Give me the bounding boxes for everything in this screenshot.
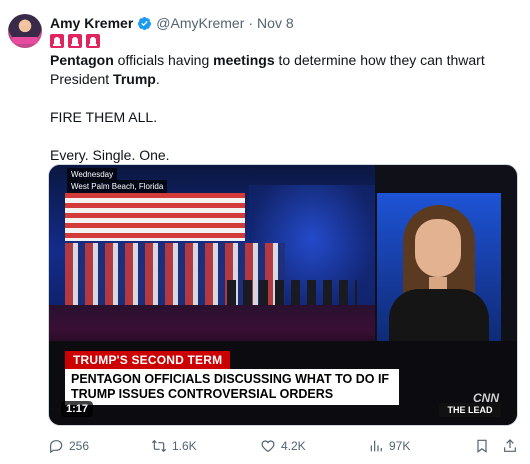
bookmark-icon — [477, 439, 487, 453]
repost-button[interactable]: 1.6K — [151, 438, 197, 454]
siren-icon — [86, 34, 100, 48]
tweet-line-3: Every. Single. One. — [50, 147, 170, 163]
analytics-icon — [370, 440, 382, 452]
verified-badge-icon — [138, 16, 152, 30]
reply-count: 256 — [69, 439, 90, 453]
rally-scene: Wednesday West Palm Beach, Florida — [49, 165, 375, 355]
show-name: THE LEAD — [439, 403, 501, 417]
heart-icon — [261, 440, 275, 453]
tweet-line-1: Pentagon officials having meetings to de… — [50, 52, 485, 87]
like-button[interactable]: 4.2K — [260, 438, 306, 454]
location-city: West Palm Beach, Florida — [67, 180, 168, 193]
tweet-text: Pentagon officials having meetings to de… — [50, 51, 520, 165]
emoji-row — [50, 34, 100, 48]
tweet-header: Amy Kremer @AmyKremer · Nov 8 — [50, 14, 294, 32]
video-duration: 1:17 — [61, 401, 94, 417]
reply-icon — [49, 440, 63, 454]
tweet-date[interactable]: Nov 8 — [257, 15, 294, 31]
chyron-headline: PENTAGON OFFICIALS DISCUSSING WHAT TO DO… — [65, 369, 399, 405]
views-button[interactable]: 97K — [368, 438, 410, 454]
tweet-line-2: FIRE THEM ALL. — [50, 109, 158, 125]
share-icon — [504, 439, 516, 452]
flag-banner — [65, 193, 245, 241]
repost-icon — [151, 439, 167, 453]
share-button[interactable] — [502, 438, 518, 454]
separator: · — [248, 15, 254, 31]
like-count: 4.2K — [281, 439, 306, 453]
avatar-badge — [12, 37, 38, 44]
author-name[interactable]: Amy Kremer — [50, 15, 133, 31]
video-player[interactable]: Wednesday West Palm Beach, Florida TRUMP… — [48, 164, 518, 426]
segment-title: TRUMP'S SECOND TERM — [65, 351, 231, 369]
views-count: 97K — [389, 439, 411, 453]
anchor-panel — [377, 193, 501, 341]
author-handle[interactable]: @AmyKremer — [156, 15, 244, 31]
tweet[interactable]: Amy Kremer @AmyKremer · Nov 8 Pentagon o… — [0, 0, 530, 464]
avatar[interactable] — [8, 14, 42, 48]
bookmark-button[interactable] — [474, 438, 490, 454]
reply-button[interactable]: 256 — [48, 438, 89, 454]
repost-count: 1.6K — [172, 439, 197, 453]
action-bar: 256 1.6K 4.2K 97K — [48, 436, 520, 456]
siren-icon — [68, 34, 82, 48]
siren-icon — [50, 34, 64, 48]
